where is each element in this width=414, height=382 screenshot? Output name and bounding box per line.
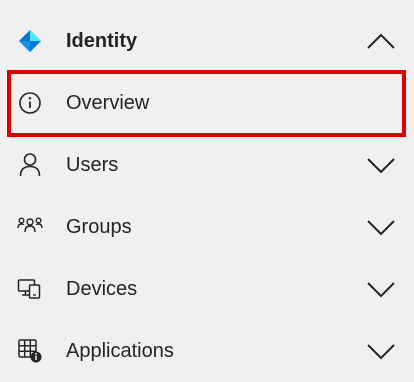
nav-label-groups: Groups (66, 216, 132, 238)
person-icon (17, 152, 43, 178)
nav-section-identity[interactable]: Identity (0, 10, 414, 72)
info-circle-icon (17, 90, 43, 116)
chevron-down-icon[interactable] (366, 218, 396, 236)
people-group-icon (17, 214, 43, 240)
chevron-up-icon[interactable] (366, 32, 396, 50)
nav-item-devices[interactable]: Devices (0, 258, 414, 320)
nav-item-users[interactable]: Users (0, 134, 414, 196)
nav-label-identity: Identity (66, 30, 138, 52)
nav-label-users: Users (66, 154, 119, 176)
nav-item-applications[interactable]: Applications (0, 320, 414, 382)
identity-diamond-icon (17, 28, 43, 54)
nav-label-applications: Applications (66, 340, 174, 362)
chevron-down-icon[interactable] (366, 280, 396, 298)
chevron-down-icon[interactable] (366, 342, 396, 360)
nav-label-overview: Overview (66, 92, 150, 114)
nav-item-overview[interactable]: Overview (0, 72, 414, 134)
apps-grid-icon (17, 338, 43, 364)
chevron-down-icon[interactable] (366, 156, 396, 174)
nav-label-devices: Devices (66, 278, 138, 300)
identity-nav-menu: Identity Overview Users Groups Devices A… (0, 10, 414, 382)
nav-item-groups[interactable]: Groups (0, 196, 414, 258)
devices-icon (17, 276, 43, 302)
